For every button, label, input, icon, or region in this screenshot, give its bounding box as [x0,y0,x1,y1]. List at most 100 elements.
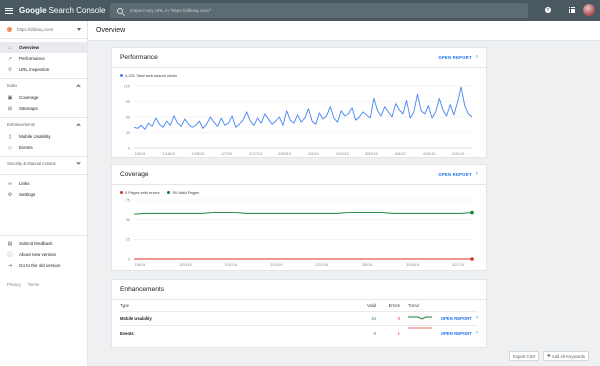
sidebar-item-url-inspection[interactable]: ⚲ URL inspection [0,64,87,75]
y-tick-label: 50 [126,218,130,222]
sidebar-item-about[interactable]: ⓘ About new version [0,249,87,260]
sidebar-item-label: Mobile Usability [19,134,51,139]
x-tick-label: 3/16/19 [406,263,419,267]
terms-link[interactable]: Terms [28,282,39,287]
coverage-icon: ▣ [7,94,13,101]
sidebar-item-performance[interactable]: ↗ Performance [0,53,87,64]
x-tick-label: 2/22/19 [315,263,328,267]
sidebar-item-label: Go to the old version [19,263,61,268]
sidebar-item-overview[interactable]: ⌂ Overview [0,42,87,53]
x-tick-label: 3/19/19 [336,152,349,156]
open-report-button[interactable]: OPEN REPORT › [440,315,478,321]
y-tick-label: 75 [126,198,130,202]
section-label: Enhancements [7,122,35,127]
series-line [133,212,473,215]
sidebar-item-sitemaps[interactable]: ⊞ Sitemaps [0,103,87,114]
menu-icon[interactable] [5,7,13,14]
col-type: Type [120,303,130,308]
sidebar-item-mobile-usability[interactable]: ▯ Mobile Usability [0,131,87,142]
row-valid: 0 [373,330,376,336]
open-report-button[interactable]: OPEN REPORT › [441,329,478,336]
x-tick-label: 4/31/19 [452,152,465,156]
enhancements-table: Type Valid Errors Trend Mobile Usability… [112,300,486,340]
open-report-button[interactable]: OPEN REPORT › [438,54,478,60]
sidebar-item-label: Events [19,145,33,150]
row-errors: 1 [397,330,400,336]
search-input[interactable]: Inspect any URL in "https://dilinsq.com/… [130,8,211,13]
x-tick-label: 2/28/19 [278,152,291,156]
brand-google: Google [19,6,47,15]
coverage-card: Coverage OPEN REPORT › 0 Pages with erro… [112,165,486,270]
chevron-right-icon: › [476,315,478,321]
export-csv-label: Export CSV [513,353,536,359]
sidebar-item-feedback[interactable]: ▤ Submit feedback [0,238,87,249]
sidebar-item-links[interactable]: ∞ Links [0,178,87,189]
open-report-label: OPEN REPORT [440,316,472,321]
x-tick-label: 2/11/19 [270,263,282,267]
performance-chart: 0 30 60 90 120 1/8/19 1/18/19 1/28/19 2/7/19 2/17… [124,84,473,156]
x-tick-label: 3/5/19 [362,263,373,267]
x-tick-label: 4/18/19 [423,152,436,156]
export-csv-button[interactable]: Export CSV [509,351,540,361]
top-bar: Google Search Console Inspect any URL in… [0,0,600,21]
chevron-up-icon [76,122,81,128]
chevron-down-icon [76,160,81,165]
info-icon: ⓘ [7,252,13,258]
trend-sparkline [408,312,434,325]
app-logo[interactable]: Google Search Console [19,6,117,15]
sidebar-item-old-version[interactable]: ⇥ Go to the old version [0,260,87,271]
table-header: Type Valid Errors Trend [120,300,478,312]
table-row[interactable]: Events 0 1 OPEN REPORT › [120,326,478,340]
sitemaps-icon: ⊞ [7,105,13,112]
x-tick-label: 3/29/19 [365,152,378,156]
home-icon: ⌂ [8,44,12,51]
row-valid: 44 [371,316,376,321]
x-tick-label: 3/9/19 [308,152,319,156]
url-inspect-search[interactable]: Inspect any URL in "https://dilinsq.com/… [110,3,528,18]
property-favicon-icon [7,27,12,32]
open-report-label: OPEN REPORT [438,55,472,60]
coverage-chart: 0 25 50 75 1/8/19 1/20/19 1/31/19 2/11/19 2/22/1… [126,198,474,267]
sidebar-item-label: URL inspection [19,67,50,72]
x-tick-label: 2/7/19 [221,152,232,156]
property-selector[interactable]: https://dilinsq.com/ [0,21,87,39]
open-report-label: OPEN REPORT [438,172,472,177]
x-tick-label: 1/31/19 [225,263,238,267]
gear-icon: ⚙ [7,191,13,198]
search-icon [117,7,123,14]
section-index[interactable]: Index [0,78,87,92]
sidebar-item-label: Overview [19,45,40,50]
sidebar-item-coverage[interactable]: ▣ Coverage [0,92,87,103]
sidebar-item-label: Submit feedback [19,241,53,246]
apps-grid-icon[interactable] [569,7,575,13]
y-tick-label: 0 [128,257,130,261]
events-icon: ◇ [8,144,12,151]
open-report-button[interactable]: OPEN REPORT › [438,171,478,177]
add-keywords-button[interactable]: ✚ Add All Keywords [543,351,590,361]
divider [0,235,87,236]
section-enhancements[interactable]: Enhancements [0,117,87,131]
row-errors: 0 [397,316,400,321]
trend-sparkline [408,326,434,340]
y-tick-label: 25 [126,238,130,242]
section-security[interactable]: Security & Manual Actions [0,156,87,170]
section-label: Security & Manual Actions [7,161,56,166]
x-tick-label: 1/28/19 [191,152,204,156]
x-tick-label: 3/27/19 [452,263,465,267]
chevron-right-icon: › [475,171,478,177]
col-trend: Trend [408,303,419,308]
help-icon[interactable]: ? [545,7,551,13]
sidebar-item-events[interactable]: ◇ Events [0,142,87,153]
dropdown-caret-icon[interactable] [77,28,81,31]
links-icon: ∞ [8,180,12,187]
x-tick-label: 4/8/19 [395,152,406,156]
page-title: Overview [96,27,126,34]
legend-dot [120,191,123,194]
sidebar-item-settings[interactable]: ⚙ Settings [0,189,87,200]
chevron-right-icon: › [476,329,478,336]
privacy-link[interactable]: Privacy [7,282,21,287]
table-row[interactable]: Mobile Usability 44 0 OPEN REPORT › [120,312,478,326]
series-line [133,86,473,130]
series-end-point [470,210,474,215]
avatar[interactable] [583,4,595,16]
